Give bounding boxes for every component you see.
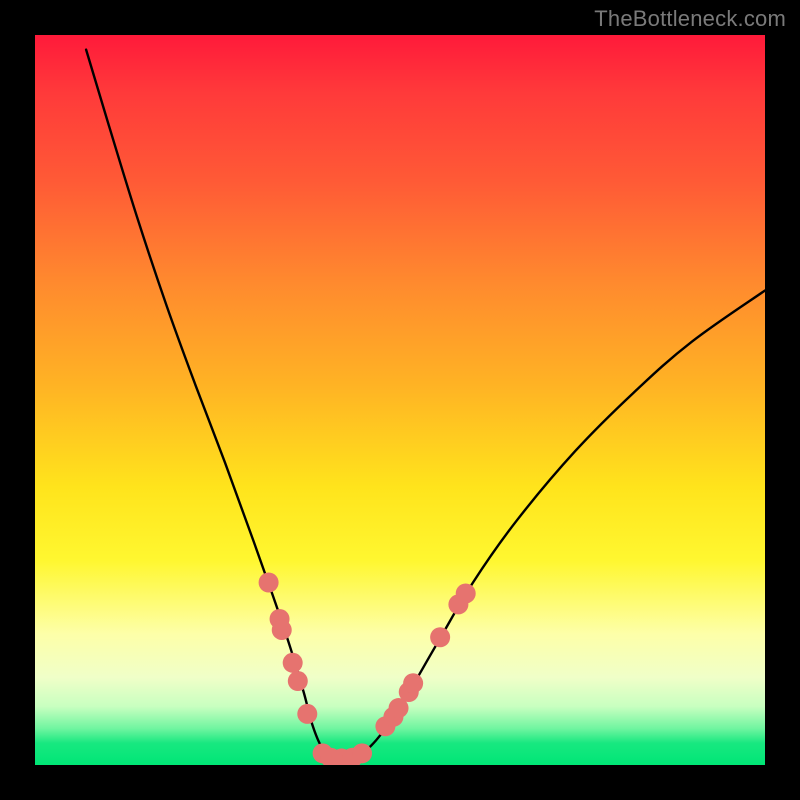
- plot-area: [35, 35, 765, 765]
- chart-frame: TheBottleneck.com: [0, 0, 800, 800]
- watermark-text: TheBottleneck.com: [594, 6, 786, 32]
